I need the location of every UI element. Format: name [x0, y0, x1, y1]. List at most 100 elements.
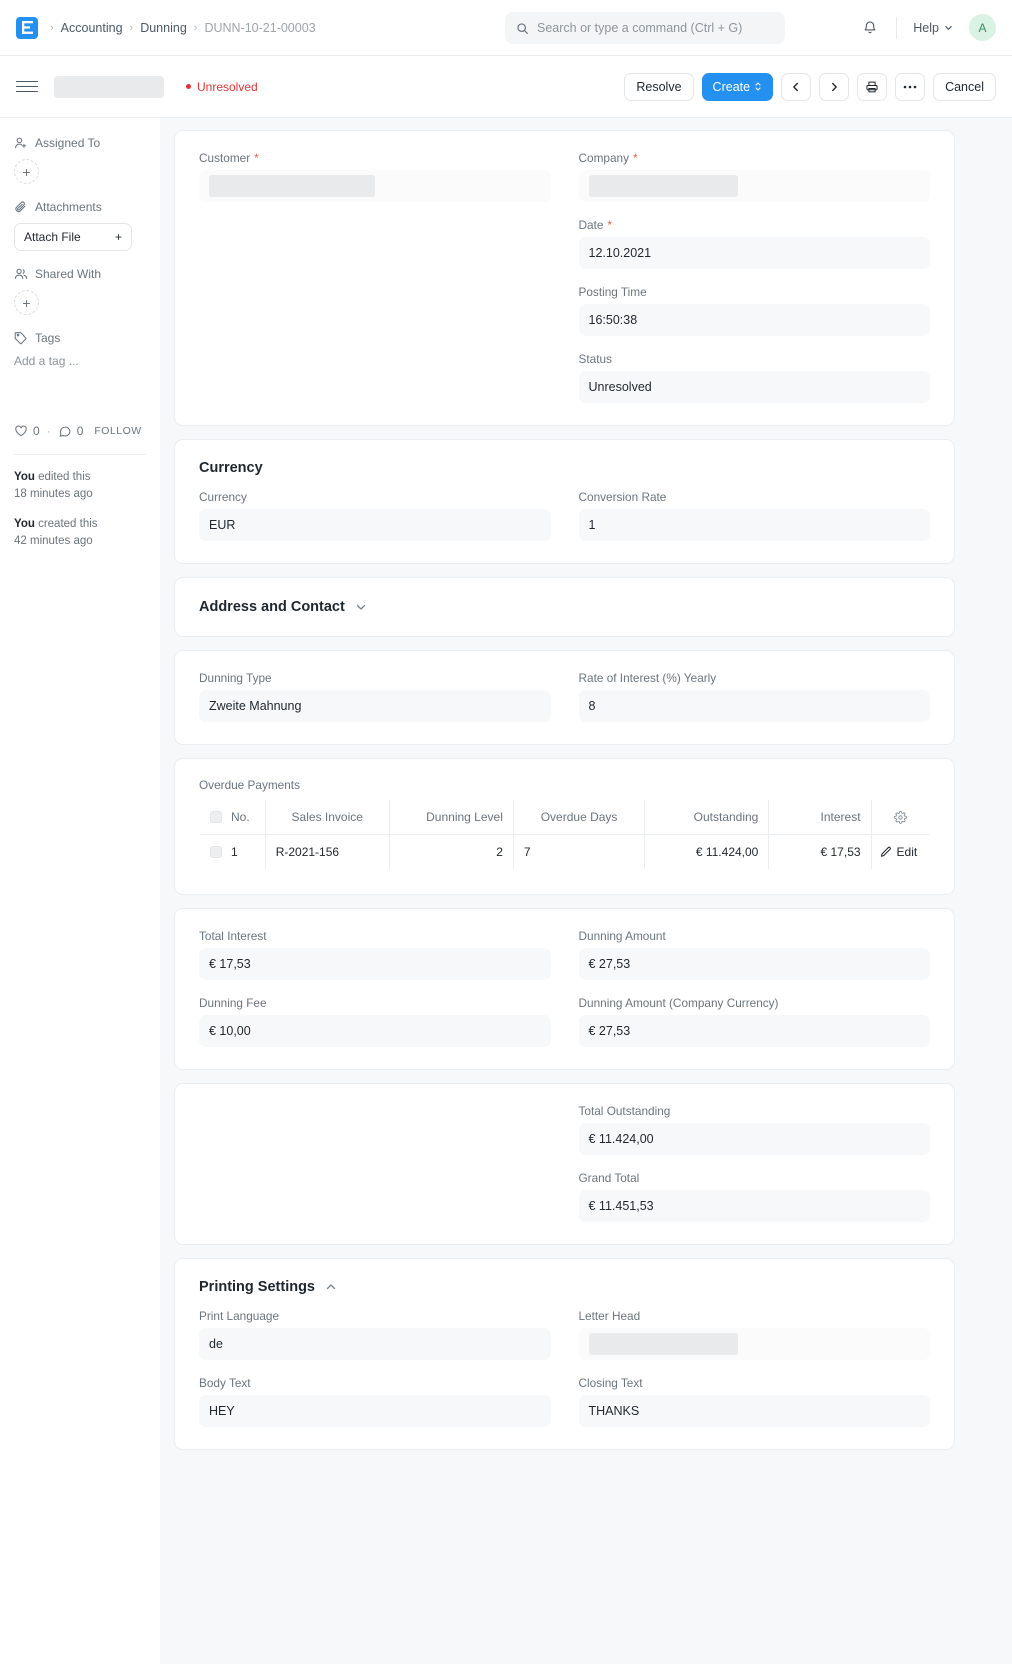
rate-of-interest-input[interactable]: 8: [579, 690, 931, 722]
breadcrumb-item-current: DUNN-10-21-00003: [204, 21, 315, 35]
activity-edited: You edited this 18 minutes ago: [14, 469, 146, 503]
date-input[interactable]: 12.10.2021: [579, 237, 931, 269]
assigned-to-header: Assigned To: [14, 136, 146, 150]
row-checkbox[interactable]: [210, 846, 222, 858]
search-input[interactable]: [537, 21, 774, 35]
total-outstanding-input[interactable]: € 11.424,00: [579, 1123, 931, 1155]
section-main-details: Customer * Company *: [174, 130, 955, 426]
edit-row-button[interactable]: Edit: [880, 845, 921, 859]
currency-input[interactable]: EUR: [199, 509, 551, 541]
cell-dunning-level[interactable]: 2: [389, 835, 513, 870]
grand-total-grid: Total Outstanding € 11.424,00 Grand Tota…: [199, 1104, 930, 1222]
customer-input[interactable]: [199, 170, 551, 202]
add-tag-input[interactable]: Add a tag ...: [14, 354, 146, 368]
company-input[interactable]: [579, 170, 931, 202]
search-icon: [516, 22, 529, 35]
cell-no: 1: [200, 835, 266, 870]
overdue-payments-label: Overdue Payments: [199, 778, 930, 792]
total-interest-label: Total Interest: [199, 929, 267, 943]
attachments-header: Attachments: [14, 200, 146, 214]
body-text-label: Body Text: [199, 1376, 251, 1390]
posting-time-input[interactable]: 16:50:38: [579, 304, 931, 336]
page-header: Unresolved Resolve Create Cancel: [0, 56, 1012, 118]
section-address-and-contact[interactable]: Address and Contact: [174, 577, 955, 637]
main-details-left-column: Customer *: [199, 151, 551, 403]
body-text-input[interactable]: HEY: [199, 1395, 551, 1427]
customer-label-row: Customer *: [199, 151, 551, 165]
grand-total-left-spacer: [199, 1104, 551, 1222]
next-record-button[interactable]: [819, 73, 849, 101]
conversion-rate-input[interactable]: 1: [579, 509, 931, 541]
sidebar-section-tags: Tags Add a tag ...: [14, 331, 146, 368]
address-section-header[interactable]: Address and Contact: [199, 599, 930, 615]
rate-of-interest-label: Rate of Interest (%) Yearly: [579, 671, 717, 685]
heart-icon[interactable]: [14, 424, 28, 438]
breadcrumb-separator-icon: ›: [194, 22, 198, 34]
add-assignment-button[interactable]: +: [14, 159, 39, 184]
closing-text-label: Closing Text: [579, 1376, 643, 1390]
app-logo-icon[interactable]: [16, 17, 38, 39]
dunning-fee-input[interactable]: € 10,00: [199, 1015, 551, 1047]
help-menu[interactable]: Help: [907, 17, 959, 39]
cell-edit[interactable]: Edit: [871, 835, 929, 870]
main-details-right-column: Company * Date * 12.10.2021: [579, 151, 931, 403]
grand-total-input[interactable]: € 11.451,53: [579, 1190, 931, 1222]
dunning-amount-company-label: Dunning Amount (Company Currency): [579, 996, 779, 1010]
totals-grid: Total Interest € 17,53 Dunning Amount € …: [199, 929, 930, 1047]
dunning-amount-input[interactable]: € 27,53: [579, 948, 931, 980]
create-button[interactable]: Create: [702, 73, 774, 101]
sidebar-toggle-icon[interactable]: [16, 81, 38, 93]
closing-text-input[interactable]: THANKS: [579, 1395, 931, 1427]
activity-created: You created this 42 minutes ago: [14, 516, 146, 550]
cell-interest[interactable]: € 17,53: [769, 835, 871, 870]
prev-record-button[interactable]: [781, 73, 811, 101]
status-input[interactable]: Unresolved: [579, 371, 931, 403]
avatar[interactable]: A: [969, 14, 996, 41]
cell-sales-invoice[interactable]: R-2021-156: [265, 835, 389, 870]
field-dunning-type: Dunning Type Zweite Mahnung: [199, 671, 551, 722]
breadcrumb-item-accounting[interactable]: Accounting: [61, 21, 123, 35]
breadcrumb-separator-icon: ›: [130, 22, 134, 34]
cancel-button[interactable]: Cancel: [933, 73, 996, 101]
posting-time-label-row: Posting Time: [579, 285, 931, 299]
dunning-amount-company-input[interactable]: € 27,53: [579, 1015, 931, 1047]
page-title: [54, 76, 164, 98]
field-currency: Currency EUR: [199, 490, 551, 541]
edit-row-label: Edit: [897, 845, 918, 859]
table-row[interactable]: 1 R-2021-156 2 7 € 11.424,00 € 17,53: [200, 835, 930, 870]
letter-head-skeleton: [589, 1333, 738, 1355]
field-company: Company *: [579, 151, 931, 202]
print-language-input[interactable]: de: [199, 1328, 551, 1360]
sidebar-divider: [14, 454, 146, 455]
gear-icon[interactable]: [882, 811, 919, 824]
attach-file-button[interactable]: Attach File +: [14, 223, 132, 251]
comment-icon[interactable]: [58, 424, 72, 438]
dunning-type-input[interactable]: Zweite Mahnung: [199, 690, 551, 722]
letter-head-input[interactable]: [579, 1328, 931, 1360]
column-settings[interactable]: [871, 800, 929, 835]
field-date: Date * 12.10.2021: [579, 218, 931, 269]
resolve-button[interactable]: Resolve: [624, 73, 693, 101]
date-label-row: Date *: [579, 218, 931, 232]
field-closing-text: Closing Text THANKS: [579, 1376, 931, 1427]
grand-total-right-column: Total Outstanding € 11.424,00 Grand Tota…: [579, 1104, 931, 1222]
chevron-up-icon[interactable]: [325, 1281, 337, 1293]
column-sales-invoice: Sales Invoice: [265, 800, 389, 835]
add-share-button[interactable]: +: [14, 290, 39, 315]
global-search[interactable]: [505, 12, 785, 44]
follow-button[interactable]: FOLLOW: [94, 425, 141, 437]
total-interest-input[interactable]: € 17,53: [199, 948, 551, 980]
chevron-down-icon[interactable]: [355, 601, 367, 613]
cell-outstanding[interactable]: € 11.424,00: [645, 835, 769, 870]
print-icon[interactable]: [857, 73, 887, 101]
cell-overdue-days[interactable]: 7: [513, 835, 644, 870]
help-label: Help: [913, 21, 939, 35]
more-options-button[interactable]: [895, 73, 925, 101]
bell-icon[interactable]: [854, 12, 886, 44]
breadcrumb-item-dunning[interactable]: Dunning: [140, 21, 187, 35]
printing-settings-header[interactable]: Printing Settings: [199, 1279, 930, 1295]
printing-settings-title: Printing Settings: [199, 1279, 315, 1295]
grand-total-label: Grand Total: [579, 1171, 640, 1185]
select-all-checkbox[interactable]: [210, 811, 222, 823]
users-icon: [14, 267, 28, 281]
